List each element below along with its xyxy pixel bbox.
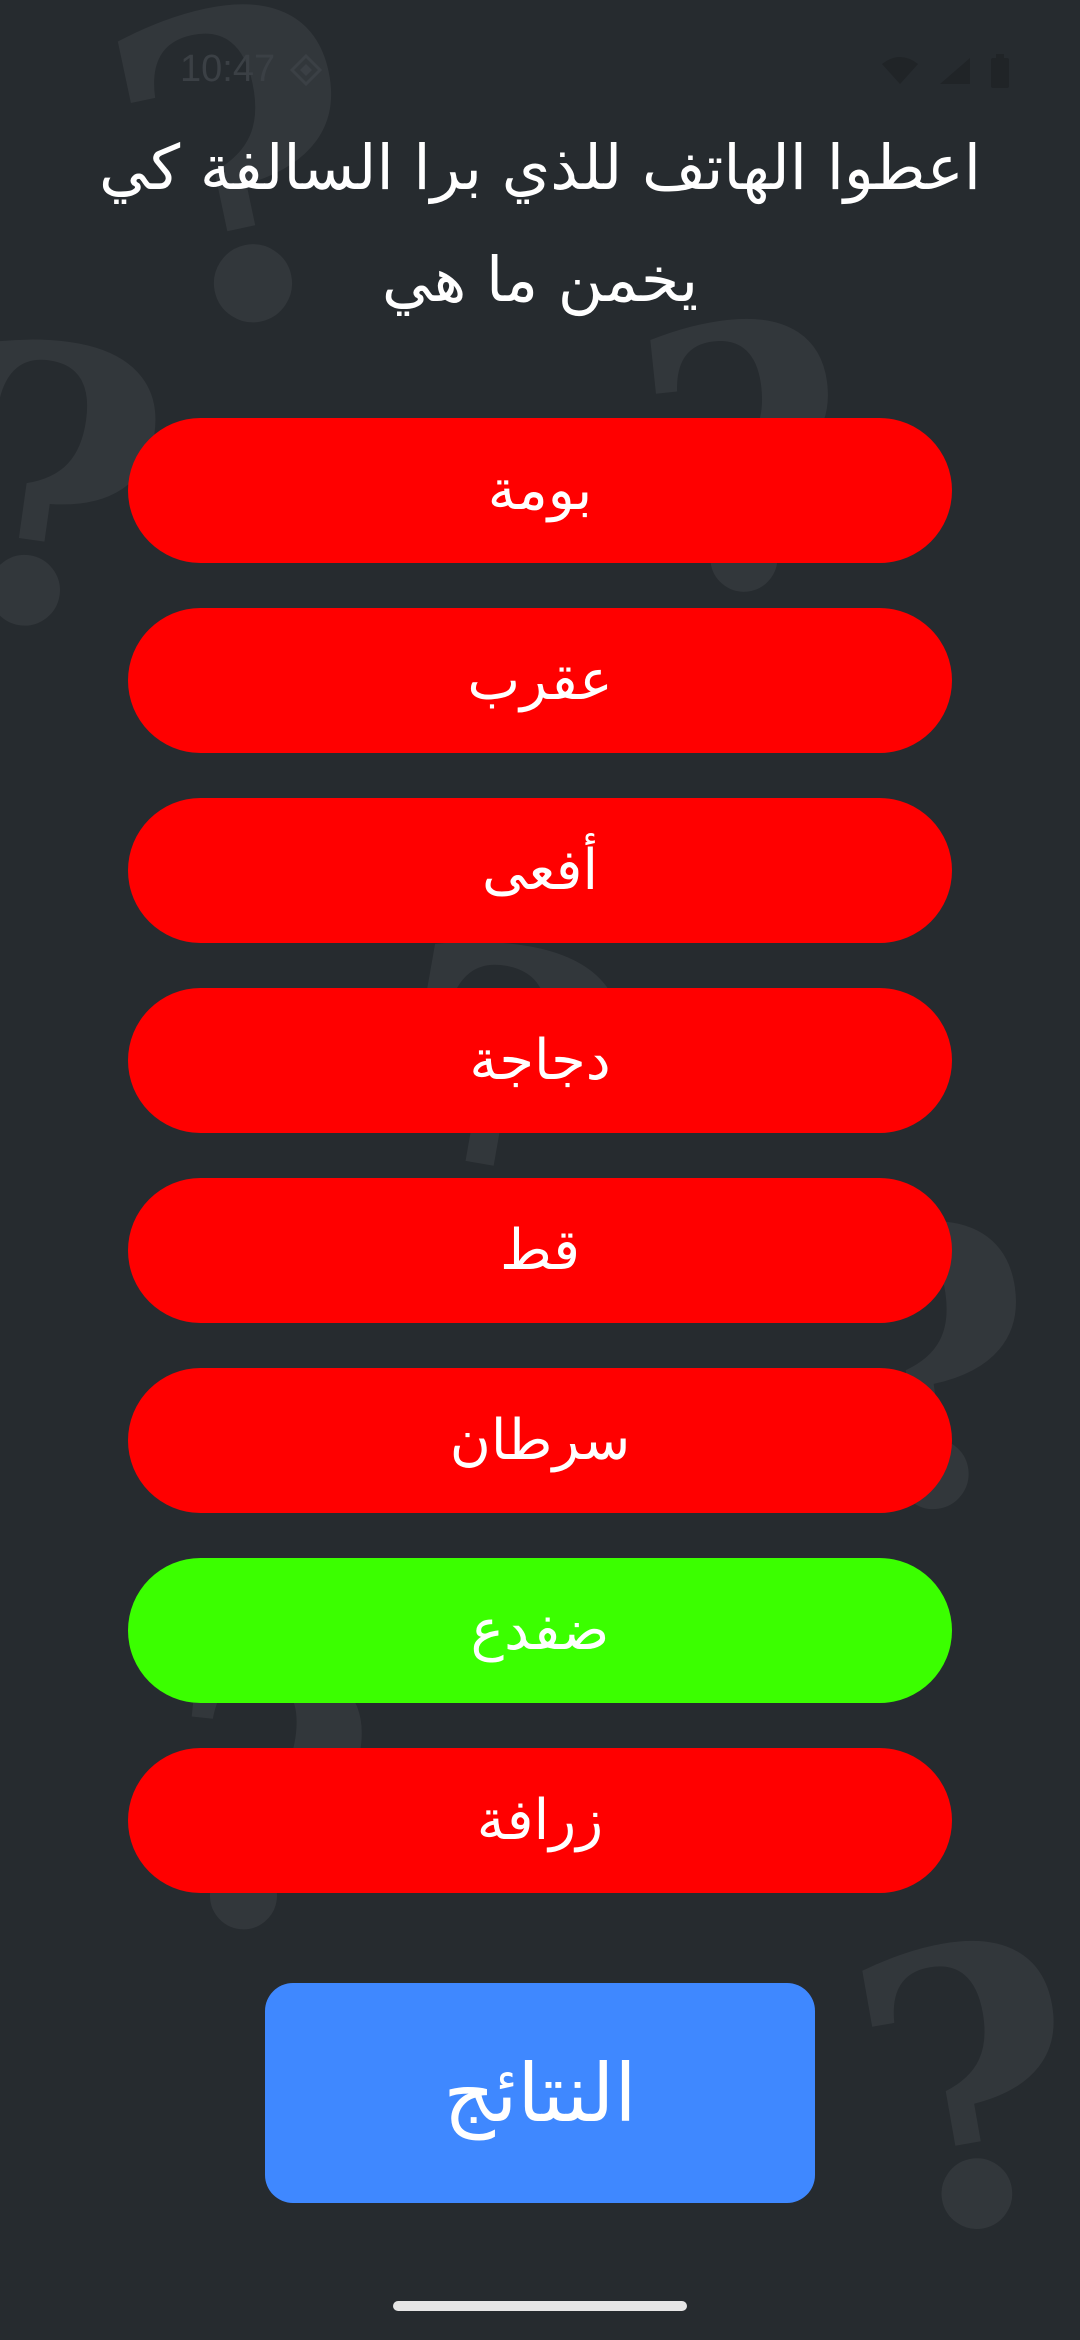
results-button[interactable]: النتائج xyxy=(265,1983,815,2203)
status-time: 10:47 xyxy=(180,48,276,90)
status-icons xyxy=(880,54,1010,88)
option-button[interactable]: سرطان xyxy=(128,1368,952,1513)
option-button[interactable]: عقرب xyxy=(128,608,952,753)
instruction-text: اعطوا الهاتف للذي برا السالفة كي يخمن ما… xyxy=(60,112,1020,336)
option-button[interactable]: دجاجة xyxy=(128,988,952,1133)
app-diamond-icon xyxy=(290,54,322,86)
wifi-icon xyxy=(882,57,918,84)
instruction-line-1: اعطوا الهاتف للذي برا السالفة كي xyxy=(98,131,982,204)
background-question-mark: ? xyxy=(822,1850,1080,2329)
option-button[interactable]: بومة xyxy=(128,418,952,563)
option-button-correct[interactable]: ضفدع xyxy=(128,1558,952,1703)
signal-icon xyxy=(940,58,970,84)
home-indicator[interactable] xyxy=(393,2301,687,2311)
instruction-line-2: يخمن ما هي xyxy=(381,243,699,316)
answer-options-list: بومة عقرب أفعى دجاجة قط سرطان ضفدع زرافة xyxy=(128,418,952,1938)
option-button[interactable]: قط xyxy=(128,1178,952,1323)
battery-icon xyxy=(991,54,1009,88)
option-button[interactable]: زرافة xyxy=(128,1748,952,1893)
option-button[interactable]: أفعى xyxy=(128,798,952,943)
